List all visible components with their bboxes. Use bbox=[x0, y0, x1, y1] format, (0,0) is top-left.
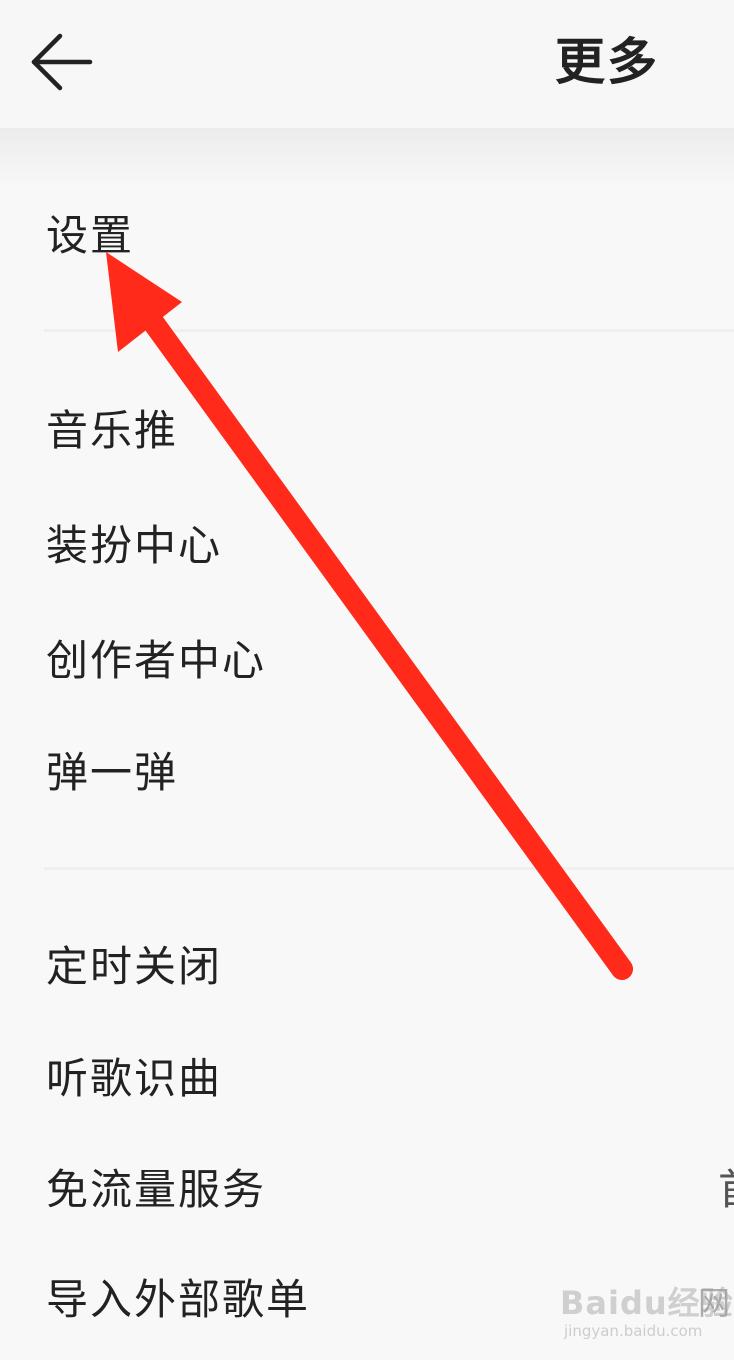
menu-item-song-recognition[interactable]: 听歌识曲 bbox=[46, 1049, 222, 1109]
page-title: 更多 bbox=[555, 33, 659, 91]
watermark-url: jingyan.baidu.com bbox=[564, 1322, 703, 1340]
menu-item-dress-up-center[interactable]: 装扮中心 bbox=[46, 516, 222, 576]
back-arrow-icon bbox=[31, 33, 93, 91]
menu-item-import-playlist[interactable]: 导入外部歌单 bbox=[46, 1270, 310, 1330]
menu-item-creator-center[interactable]: 创作者中心 bbox=[46, 631, 266, 691]
baidu-jingyan-watermark: Baidu经验 jingyan.baidu.com 网 bbox=[560, 1278, 734, 1348]
watermark-brand: Baidu经验 bbox=[560, 1284, 734, 1322]
back-button[interactable] bbox=[22, 22, 102, 102]
menu-item-settings[interactable]: 设置 bbox=[46, 206, 134, 266]
menu-item-music-recommend[interactable]: 音乐推 bbox=[46, 401, 178, 461]
more-page: 更多 设置 音乐推 装扮中心 创作者中心 弹一弹 定时关闭 听歌识曲 免流量服务… bbox=[0, 0, 734, 1360]
top-bar: 更多 bbox=[0, 0, 734, 128]
header-shadow bbox=[0, 128, 734, 188]
divider bbox=[44, 867, 734, 870]
menu-item-free-data-service[interactable]: 免流量服务 bbox=[46, 1160, 266, 1220]
free-data-service-value: 首 bbox=[718, 1160, 734, 1220]
watermark-cut-char: 网 bbox=[698, 1284, 731, 1322]
menu-item-sleep-timer[interactable]: 定时关闭 bbox=[46, 937, 222, 997]
divider bbox=[44, 329, 734, 332]
menu-item-tantan[interactable]: 弹一弹 bbox=[46, 743, 178, 803]
